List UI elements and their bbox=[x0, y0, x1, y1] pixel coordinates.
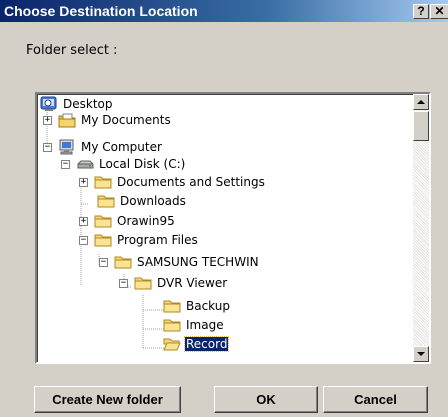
tree-item-program-files[interactable]: − Program Files bbox=[79, 231, 199, 249]
tree-item-my-documents[interactable]: + My Documents bbox=[43, 111, 172, 129]
expand-icon[interactable]: + bbox=[43, 115, 52, 125]
folder-icon bbox=[163, 317, 181, 333]
tree-item-backup[interactable]: Backup bbox=[163, 297, 231, 315]
folder-icon bbox=[134, 275, 152, 291]
tree-item-label: Record bbox=[183, 336, 230, 352]
tree-item-label: DVR Viewer bbox=[157, 276, 228, 290]
tree-scrollbar[interactable] bbox=[413, 94, 429, 362]
local-disk-icon bbox=[76, 156, 94, 172]
expand-icon[interactable]: + bbox=[79, 177, 88, 187]
tree-item-my-computer[interactable]: − My Computer bbox=[43, 138, 163, 156]
tree-item-label: Image bbox=[186, 318, 224, 332]
tree-item-label: Local Disk (C:) bbox=[99, 157, 186, 171]
tree-item-samsung-techwin[interactable]: − SAMSUNG TECHWIN bbox=[99, 253, 260, 271]
tree-item-label: My Documents bbox=[81, 113, 171, 127]
my-documents-icon bbox=[58, 112, 76, 128]
tree-item-label: Downloads bbox=[120, 194, 186, 208]
tree-item-record[interactable]: Record bbox=[163, 335, 230, 353]
scroll-up-button[interactable] bbox=[413, 94, 429, 110]
tree-item-label: My Computer bbox=[81, 140, 162, 154]
folder-icon bbox=[163, 298, 181, 314]
tree-item-label: Backup bbox=[186, 299, 230, 313]
collapse-icon[interactable]: − bbox=[79, 235, 88, 245]
tree-item-label: Desktop bbox=[63, 97, 113, 111]
tree-item-label: Program Files bbox=[117, 233, 198, 247]
scroll-thumb[interactable] bbox=[413, 111, 429, 141]
folder-icon bbox=[97, 193, 115, 209]
tree-item-downloads[interactable]: Downloads bbox=[97, 192, 187, 210]
close-button[interactable]: ✕ bbox=[430, 4, 448, 19]
my-computer-icon bbox=[58, 139, 76, 155]
open-folder-icon bbox=[163, 336, 181, 352]
title-bar: Choose Destination Location ? ✕ bbox=[0, 0, 448, 22]
folder-icon bbox=[94, 213, 112, 229]
expand-icon[interactable]: + bbox=[79, 216, 88, 226]
desktop-icon bbox=[40, 96, 58, 112]
folder-tree[interactable]: Desktop + My Documents − My Computer − Local D… bbox=[35, 92, 431, 364]
folder-select-label: Folder select : bbox=[26, 43, 118, 58]
tree-item-orawin95[interactable]: + Orawin95 bbox=[79, 212, 176, 230]
create-new-folder-button[interactable]: Create New folder bbox=[34, 386, 181, 413]
help-button[interactable]: ? bbox=[413, 4, 429, 19]
collapse-icon[interactable]: − bbox=[61, 159, 70, 169]
tree-item-label: SAMSUNG TECHWIN bbox=[137, 255, 259, 269]
tree-item-local-disk-c[interactable]: − Local Disk (C:) bbox=[61, 155, 186, 173]
window-title: Choose Destination Location bbox=[4, 3, 198, 19]
cancel-button[interactable]: Cancel bbox=[323, 386, 428, 413]
folder-icon bbox=[94, 232, 112, 248]
scroll-down-button[interactable] bbox=[413, 346, 429, 362]
tree-item-label: Documents and Settings bbox=[117, 175, 265, 189]
tree-item-label: Orawin95 bbox=[117, 214, 175, 228]
tree-item-documents-and-settings[interactable]: + Documents and Settings bbox=[79, 173, 266, 191]
collapse-icon[interactable]: − bbox=[99, 257, 108, 267]
collapse-icon[interactable]: − bbox=[119, 278, 128, 288]
tree-item-dvr-viewer[interactable]: − DVR Viewer bbox=[119, 274, 228, 292]
tree-item-image[interactable]: Image bbox=[163, 316, 225, 334]
folder-icon bbox=[94, 174, 112, 190]
ok-button[interactable]: OK bbox=[214, 386, 318, 413]
collapse-icon[interactable]: − bbox=[43, 142, 52, 152]
folder-icon bbox=[114, 254, 132, 270]
arrow-up-icon bbox=[417, 100, 425, 104]
arrow-down-icon bbox=[417, 352, 425, 356]
